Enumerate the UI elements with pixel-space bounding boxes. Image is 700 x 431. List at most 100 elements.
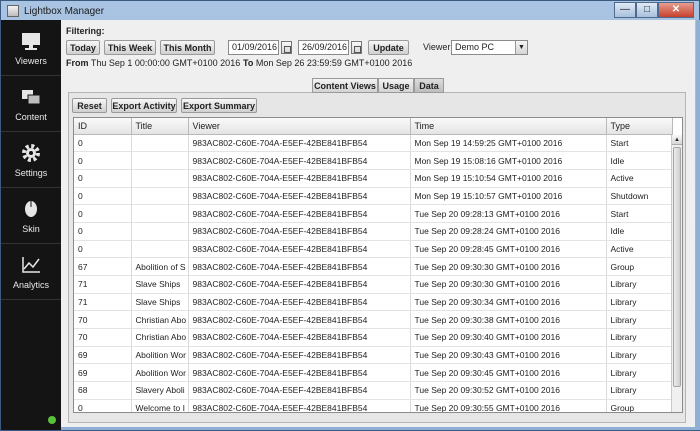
calendar-icon[interactable]	[281, 41, 292, 54]
table-row[interactable]: 0 983AC802-C60E-704A-E5EF-42BE841BFB54 Tue…	[74, 222, 673, 241]
content-icon	[20, 86, 42, 108]
this-week-button[interactable]: This Week	[104, 40, 156, 55]
sidebar-item-skin[interactable]: Skin	[1, 188, 61, 244]
calendar-icon[interactable]	[351, 41, 362, 54]
vertical-scrollbar[interactable]: ▲	[671, 135, 682, 412]
table-row[interactable]: 71 Slave Ships 983AC802-C60E-704A-E5EF-42B…	[74, 293, 673, 312]
from-value: Thu Sep 1 00:00:00 GMT+0100 2016	[90, 58, 241, 68]
cell-viewer: 983AC802-C60E-704A-E5EF-42BE841BFB54	[188, 151, 411, 170]
table-row[interactable]: 71 Slave Ships 983AC802-C60E-704A-E5EF-42B…	[74, 275, 673, 294]
cell-type: Library	[606, 346, 673, 365]
cell-time: Tue Sep 20 09:30:45 GMT+0100 2016	[410, 363, 607, 383]
window-controls: — □ ✕	[614, 2, 694, 18]
cell-viewer: 983AC802-C60E-704A-E5EF-42BE841BFB54	[188, 399, 411, 412]
scroll-up-icon[interactable]: ▲	[672, 135, 682, 145]
cell-time: Mon Sep 19 15:08:16 GMT+0100 2016	[410, 151, 607, 170]
cell-id: 71	[74, 275, 132, 294]
column-header-title[interactable]: Title	[131, 118, 189, 135]
minimize-button[interactable]: —	[614, 2, 636, 18]
table-row[interactable]: 68 Slavery Aboli 983AC802-C60E-704A-E5EF-4…	[74, 381, 673, 400]
table-row[interactable]: 0 983AC802-C60E-704A-E5EF-42BE841BFB54 Mon…	[74, 134, 673, 153]
connection-status-icon	[48, 416, 56, 424]
cell-viewer: 983AC802-C60E-704A-E5EF-42BE841BFB54	[188, 275, 411, 294]
cell-id: 68	[74, 381, 132, 400]
cell-title	[131, 151, 189, 170]
cell-id: 0	[74, 187, 132, 206]
cell-time: Tue Sep 20 09:30:52 GMT+0100 2016	[410, 381, 607, 400]
table-row[interactable]: 70 Christian Abo 983AC802-C60E-704A-E5EF-4…	[74, 310, 673, 330]
cell-viewer: 983AC802-C60E-704A-E5EF-42BE841BFB54	[188, 363, 411, 383]
today-button[interactable]: Today	[66, 40, 100, 55]
cell-id: 67	[74, 257, 132, 276]
cell-title: Slave Ships	[131, 293, 189, 312]
cell-title	[131, 169, 189, 188]
viewer-select[interactable]: Demo PC ▼	[451, 40, 528, 55]
cell-id: 0	[74, 240, 132, 259]
close-button[interactable]: ✕	[658, 2, 694, 18]
cell-type: Group	[606, 399, 673, 412]
sidebar-item-settings[interactable]: Settings	[1, 132, 61, 188]
maximize-button[interactable]: □	[636, 2, 658, 18]
date-to-input[interactable]: 26/09/2016	[298, 40, 349, 55]
sidebar-item-label: Content	[15, 111, 47, 122]
viewer-select-value: Demo PC	[455, 42, 495, 52]
cell-time: Mon Sep 19 14:59:25 GMT+0100 2016	[410, 134, 607, 153]
cell-title	[131, 222, 189, 241]
sidebar-item-label: Viewers	[15, 55, 47, 66]
cell-time: Tue Sep 20 09:30:34 GMT+0100 2016	[410, 293, 607, 312]
sidebar-item-viewers[interactable]: Viewers	[1, 20, 61, 76]
cell-type: Library	[606, 381, 673, 400]
table-row[interactable]: 0 983AC802-C60E-704A-E5EF-42BE841BFB54 Mon…	[74, 187, 673, 206]
table-row[interactable]: 0 983AC802-C60E-704A-E5EF-42BE841BFB54 Tue…	[74, 204, 673, 223]
cell-viewer: 983AC802-C60E-704A-E5EF-42BE841BFB54	[188, 346, 411, 365]
table-row[interactable]: 0 983AC802-C60E-704A-E5EF-42BE841BFB54 Mon…	[74, 169, 673, 188]
app-icon	[7, 5, 19, 17]
cell-id: 70	[74, 310, 132, 330]
cell-time: Tue Sep 20 09:30:30 GMT+0100 2016	[410, 257, 607, 276]
cell-title: Abolition of S	[131, 257, 189, 276]
cell-type: Library	[606, 275, 673, 294]
tab-content-views[interactable]: Content Views	[312, 78, 378, 93]
gear-icon	[20, 142, 42, 164]
column-header-viewer[interactable]: Viewer	[188, 118, 411, 135]
cell-title: Abolition Wor	[131, 363, 189, 383]
export-activity-button[interactable]: Export Activity	[111, 98, 177, 113]
table-row[interactable]: 0 Welcome to I 983AC802-C60E-704A-E5EF-42B…	[74, 399, 673, 412]
table-row[interactable]: 67 Abolition of S 983AC802-C60E-704A-E5EF-…	[74, 257, 673, 276]
title-bar[interactable]: Lightbox Manager — □ ✕	[1, 1, 699, 21]
cell-type: Idle	[606, 222, 673, 241]
export-summary-button[interactable]: Export Summary	[181, 98, 257, 113]
reset-button[interactable]: Reset	[72, 98, 107, 113]
table-row[interactable]: 70 Christian Abo 983AC802-C60E-704A-E5EF-4…	[74, 328, 673, 347]
cell-time: Tue Sep 20 09:30:30 GMT+0100 2016	[410, 275, 607, 294]
sidebar-item-analytics[interactable]: Analytics	[1, 244, 61, 300]
update-button[interactable]: Update	[368, 40, 409, 55]
date-from-input[interactable]: 01/09/2016	[228, 40, 279, 55]
table-row[interactable]: 0 983AC802-C60E-704A-E5EF-42BE841BFB54 Mon…	[74, 151, 673, 170]
cell-type: Active	[606, 240, 673, 259]
column-header-type[interactable]: Type	[606, 118, 673, 135]
window-title: Lightbox Manager	[24, 5, 105, 17]
cell-viewer: 983AC802-C60E-704A-E5EF-42BE841BFB54	[188, 187, 411, 206]
cell-title	[131, 134, 189, 153]
column-header-time[interactable]: Time	[410, 118, 607, 135]
sidebar-item-content[interactable]: Content	[1, 76, 61, 132]
cell-type: Shutdown	[606, 187, 673, 206]
sidebar: Viewers Content Settings Skin Analytics	[1, 20, 61, 430]
cell-title: Christian Abo	[131, 310, 189, 330]
from-summary: From Thu Sep 1 00:00:00 GMT+0100 2016	[66, 58, 240, 68]
tab-usage[interactable]: Usage	[378, 78, 414, 93]
table-row[interactable]: 69 Abolition Wor 983AC802-C60E-704A-E5EF-4…	[74, 346, 673, 365]
cell-type: Start	[606, 204, 673, 223]
table-row[interactable]: 69 Abolition Wor 983AC802-C60E-704A-E5EF-4…	[74, 363, 673, 383]
cell-time: Tue Sep 20 09:28:45 GMT+0100 2016	[410, 240, 607, 259]
cell-time: Tue Sep 20 09:30:55 GMT+0100 2016	[410, 399, 607, 412]
table-body: 0 983AC802-C60E-704A-E5EF-42BE841BFB54 Mon…	[74, 134, 673, 412]
scrollbar-thumb[interactable]	[673, 147, 681, 387]
table-row[interactable]: 0 983AC802-C60E-704A-E5EF-42BE841BFB54 Tue…	[74, 240, 673, 259]
cell-viewer: 983AC802-C60E-704A-E5EF-42BE841BFB54	[188, 328, 411, 347]
tab-data[interactable]: Data	[414, 78, 444, 93]
cell-type: Start	[606, 134, 673, 153]
this-month-button[interactable]: This Month	[160, 40, 215, 55]
column-header-id[interactable]: ID	[74, 118, 132, 135]
